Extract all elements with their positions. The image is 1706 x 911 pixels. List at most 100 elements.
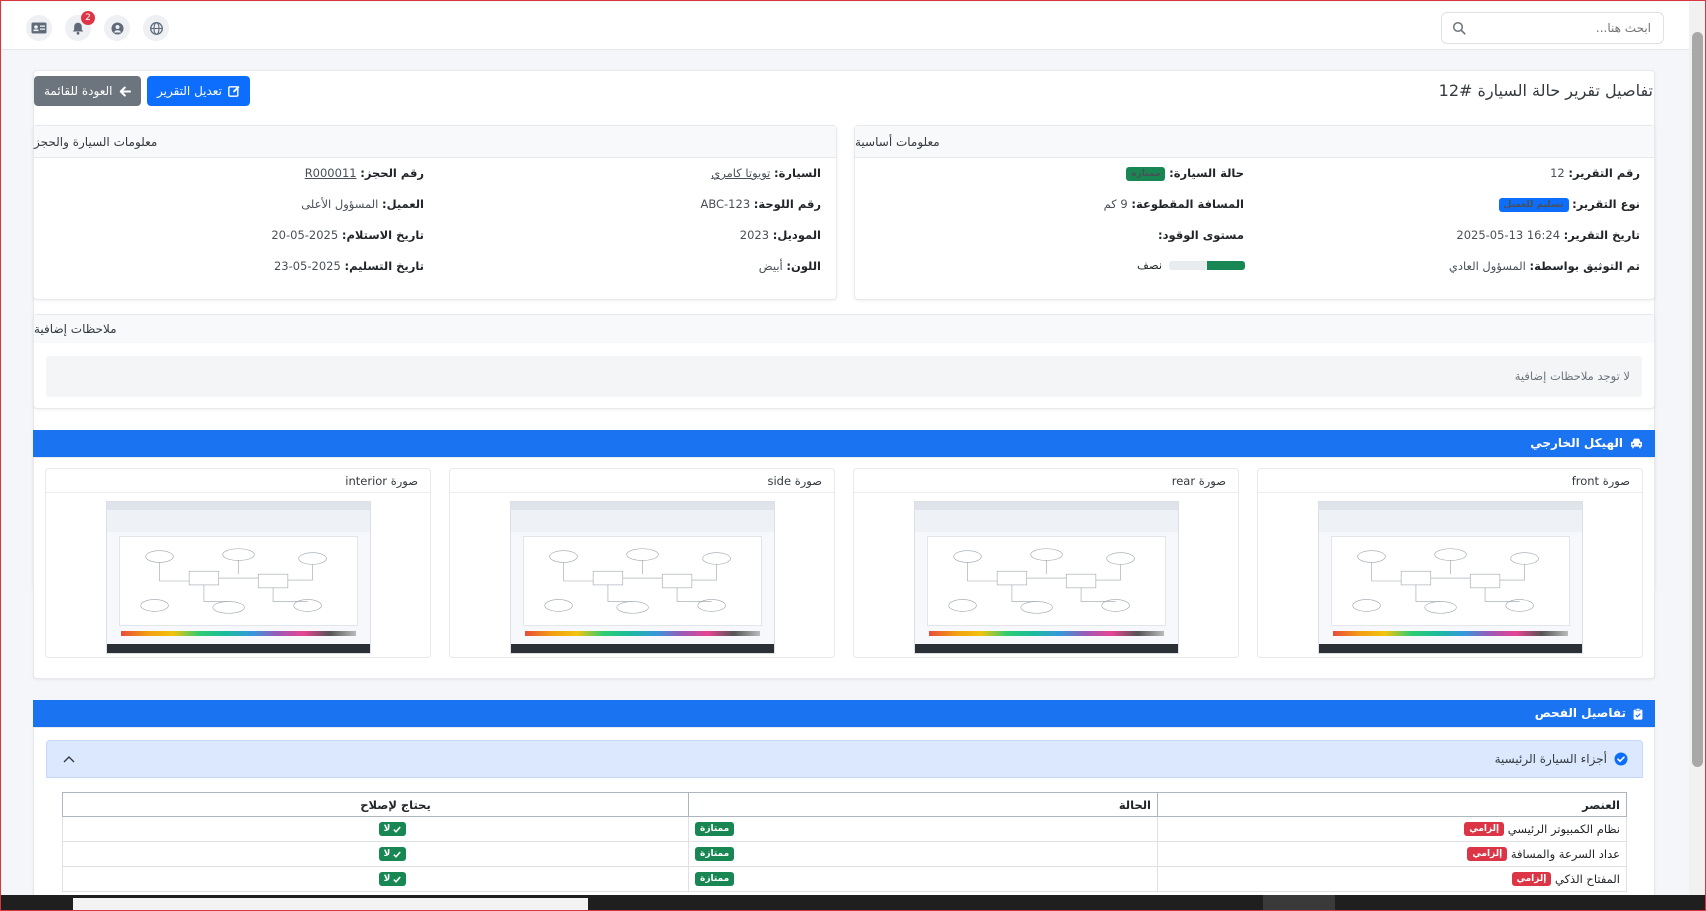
model-year: 2023 bbox=[739, 228, 770, 242]
clipboard-icon bbox=[1633, 707, 1643, 720]
item-name: المفتاح الذكي bbox=[1554, 871, 1620, 886]
status-badge: ممتازة bbox=[695, 822, 735, 837]
status-badge: ممتازة bbox=[695, 847, 735, 862]
fuel-level-fill bbox=[1207, 261, 1245, 270]
notes-heading: ملاحظات إضافية bbox=[34, 315, 1654, 343]
main-parts-title: أجزاء السيارة الرئيسية bbox=[1494, 752, 1607, 766]
car-link[interactable]: تويوتا كامري bbox=[711, 166, 770, 180]
distance-field: المسافة المقطوعة: 9 كم bbox=[1103, 197, 1244, 211]
taskbar-active-app[interactable] bbox=[1263, 895, 1335, 910]
main-parts-accordion-header[interactable]: أجزاء السيارة الرئيسية bbox=[46, 740, 1643, 778]
table-body: نظام الكمبيوتر الرئيسي إلزامي ممتازة لا عدا… bbox=[62, 816, 1627, 892]
report-number-field: رقم التقرير: 12 bbox=[1550, 166, 1640, 180]
status-cell: ممتازة bbox=[688, 866, 1158, 892]
column-header-item: العنصر bbox=[1157, 792, 1627, 817]
id-card-icon[interactable] bbox=[26, 15, 52, 41]
table-row: المفتاح الذكي إلزامي ممتازة لا bbox=[62, 866, 1627, 892]
needs-repair-badge: لا bbox=[378, 872, 407, 887]
car-condition-field: حالة السيارة: ممتازة bbox=[1126, 166, 1244, 181]
os-taskbar bbox=[1, 895, 1705, 910]
booking-link[interactable]: R000011 bbox=[305, 166, 357, 180]
scrollbar-thumb[interactable] bbox=[1692, 32, 1703, 767]
status-cell: ممتازة bbox=[688, 816, 1158, 842]
notification-count-badge: 2 bbox=[81, 11, 95, 25]
photo-thumbnail[interactable] bbox=[914, 501, 1179, 654]
photo-thumbnail[interactable] bbox=[106, 501, 371, 654]
back-to-list-button[interactable]: العودة للقائمة bbox=[34, 76, 141, 106]
column-header-status: الحالة bbox=[688, 792, 1158, 817]
search-input[interactable] bbox=[1442, 13, 1663, 43]
vertical-scrollbar[interactable] bbox=[1689, 2, 1705, 895]
check-icon bbox=[393, 876, 402, 883]
exterior-photo-card: صورة front bbox=[1257, 468, 1643, 658]
client-field: العميل: المسؤول الأعلى bbox=[301, 197, 424, 211]
photo-title: صورة interior bbox=[46, 469, 430, 493]
documented-by-field: تم التوثيق بواسطة: المسؤول العادي bbox=[1448, 259, 1640, 273]
fuel-level-bar bbox=[1169, 261, 1245, 270]
model-field: الموديل: 2023 bbox=[739, 228, 821, 242]
item-cell: نظام الكمبيوتر الرئيسي إلزامي bbox=[1157, 816, 1627, 842]
table-header-row: العنصر الحالة يحتاج لإصلاح bbox=[62, 792, 1627, 817]
report-number: 12 bbox=[1550, 166, 1565, 180]
page-header: تفاصيل تقرير حالة السيارة #12 العودة للق… bbox=[33, 70, 1655, 114]
check-circle-icon bbox=[1614, 752, 1628, 766]
item-cell: المفتاح الذكي إلزامي bbox=[1157, 866, 1627, 892]
user-circle-icon[interactable] bbox=[104, 15, 130, 41]
fuel-level-field: مستوى الوقود: bbox=[1158, 228, 1244, 242]
needs-repair-cell: لا bbox=[62, 841, 689, 867]
car-condition-badge: ممتازة bbox=[1126, 166, 1166, 181]
edit-button-label: تعديل التقرير bbox=[157, 84, 222, 98]
required-badge: إلزامي bbox=[1511, 872, 1552, 887]
plate-field: رقم اللوحة: ABC-123 bbox=[700, 197, 821, 211]
required-badge: إلزامي bbox=[1467, 847, 1508, 862]
photo-title: صورة side bbox=[450, 469, 834, 493]
page-title: تفاصيل تقرير حالة السيارة #12 bbox=[1438, 81, 1653, 100]
taskbar-search-box[interactable] bbox=[73, 898, 588, 910]
photo-title: صورة rear bbox=[854, 469, 1238, 493]
arrow-left-icon bbox=[119, 86, 131, 96]
photo-thumbnail[interactable] bbox=[510, 501, 775, 654]
item-cell: عداد السرعة والمسافة إلزامي bbox=[1157, 841, 1627, 867]
photo-thumbnail[interactable] bbox=[1318, 501, 1583, 654]
inspection-section-bar: تفاصيل الفحص bbox=[33, 700, 1655, 727]
needs-repair-value: لا bbox=[383, 874, 391, 885]
photo-title: صورة front bbox=[1258, 469, 1642, 493]
booking-field: رقم الحجز: R000011 bbox=[304, 166, 424, 180]
needs-repair-badge: لا bbox=[378, 847, 407, 862]
back-button-label: العودة للقائمة bbox=[44, 84, 113, 98]
chevron-up-icon[interactable] bbox=[63, 755, 75, 763]
report-type-badge: تسليم للعميل bbox=[1498, 197, 1569, 212]
car-color: أبيض bbox=[758, 259, 783, 273]
check-icon bbox=[393, 851, 402, 858]
delivery-date: 2025-05-23 bbox=[273, 259, 341, 273]
inspection-heading: تفاصيل الفحص bbox=[1534, 706, 1626, 720]
exterior-heading: الهيكل الخارجي bbox=[1530, 436, 1623, 450]
item-name: نظام الكمبيوتر الرئيسي bbox=[1507, 821, 1620, 836]
notes-card: ملاحظات إضافية لا توجد ملاحظات إضافية bbox=[33, 314, 1655, 409]
client-name: المسؤول الأعلى bbox=[301, 197, 379, 211]
notes-empty-text: لا توجد ملاحظات إضافية bbox=[46, 356, 1642, 397]
top-navbar: 2 bbox=[2, 2, 1689, 50]
car-icon bbox=[1631, 438, 1642, 449]
exterior-photo-card: صورة rear bbox=[853, 468, 1239, 658]
car-field: السيارة: تويوتا كامري bbox=[711, 166, 821, 180]
needs-repair-badge: لا bbox=[378, 822, 407, 837]
main-parts-table: العنصر الحالة يحتاج لإصلاح نظام الكمبيوت… bbox=[62, 792, 1627, 892]
app-window: 2 تفاصيل تقرير حالة السيارة #12 العودة ل… bbox=[0, 0, 1706, 911]
delivery-date-field: تاريخ التسليم: 2025-05-23 bbox=[273, 259, 424, 273]
table-row: نظام الكمبيوتر الرئيسي إلزامي ممتازة لا bbox=[62, 816, 1627, 842]
column-header-needs-repair: يحتاج لإصلاح bbox=[62, 792, 689, 817]
car-booking-card: معلومات السيارة والحجز bbox=[33, 125, 837, 300]
search-box[interactable] bbox=[1441, 12, 1664, 44]
item-name: عداد السرعة والمسافة bbox=[1510, 846, 1620, 861]
globe-icon[interactable] bbox=[143, 15, 169, 41]
needs-repair-cell: لا bbox=[62, 866, 689, 892]
search-icon bbox=[1452, 21, 1466, 35]
table-row: عداد السرعة والمسافة إلزامي ممتازة لا bbox=[62, 841, 1627, 867]
documented-by: المسؤول العادي bbox=[1448, 259, 1526, 273]
edit-icon bbox=[228, 85, 240, 97]
edit-report-button[interactable]: تعديل التقرير bbox=[147, 76, 250, 106]
basic-info-heading: معلومات أساسية bbox=[855, 126, 1654, 158]
exterior-section-bar: الهيكل الخارجي bbox=[33, 430, 1655, 457]
needs-repair-value: لا bbox=[383, 849, 391, 860]
